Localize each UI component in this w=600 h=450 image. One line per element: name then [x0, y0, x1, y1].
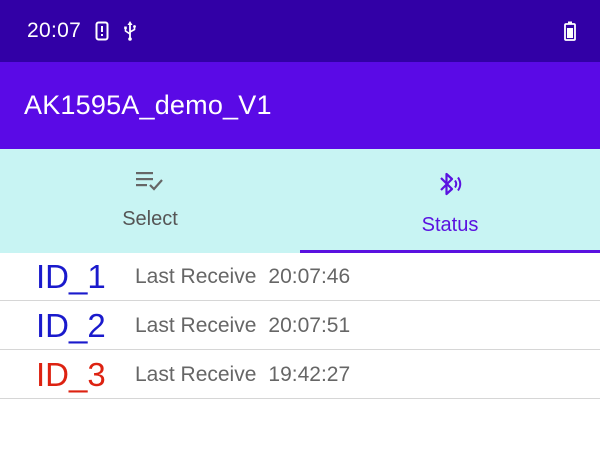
- status-time: 20:07: [27, 19, 82, 42]
- tab-status-label: Status: [421, 214, 479, 236]
- last-receive-label: Last Receive: [135, 362, 257, 386]
- device-id: ID_2: [36, 306, 106, 344]
- tab-indicator: [300, 250, 600, 253]
- device-id: ID_1: [36, 257, 106, 295]
- tab-select[interactable]: Select: [0, 149, 300, 253]
- playlist-check-icon: [135, 169, 165, 198]
- device-list: ID_1 Last Receive 20:07:46 ID_2 Last Rec…: [0, 253, 600, 399]
- device-id: ID_3: [36, 355, 106, 393]
- phone-alert-icon: [95, 21, 109, 41]
- tab-status[interactable]: Status: [300, 149, 600, 253]
- last-receive-time: 20:07:51: [268, 313, 351, 337]
- usb-icon: [123, 21, 137, 41]
- app-bar: AK1595A_demo_V1: [0, 62, 600, 149]
- bluetooth-audio-icon: [435, 169, 465, 204]
- last-receive-label: Last Receive: [135, 264, 257, 288]
- list-item[interactable]: ID_1 Last Receive 20:07:46: [0, 253, 600, 301]
- app-title: AK1595A_demo_V1: [24, 90, 272, 120]
- status-bar: 20:07: [0, 0, 600, 62]
- last-receive-label: Last Receive: [135, 313, 257, 337]
- tab-bar: Select Status: [0, 149, 600, 253]
- tab-select-label: Select: [122, 208, 178, 230]
- list-item[interactable]: ID_3 Last Receive 19:42:27: [0, 351, 600, 399]
- list-item[interactable]: ID_2 Last Receive 20:07:51: [0, 302, 600, 350]
- battery-icon: [564, 21, 576, 41]
- last-receive-time: 20:07:46: [268, 264, 351, 288]
- last-receive-time: 19:42:27: [268, 362, 351, 386]
